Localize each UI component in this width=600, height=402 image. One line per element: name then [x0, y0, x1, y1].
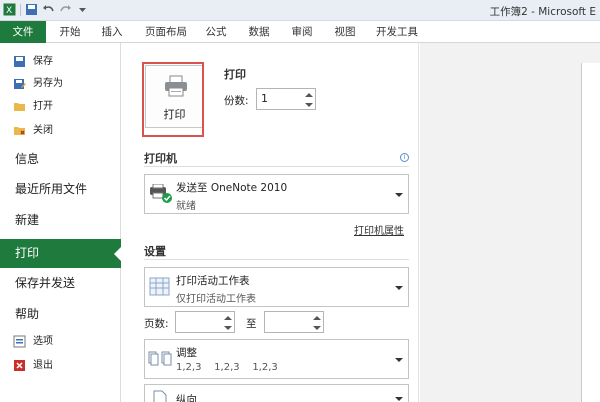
divider — [144, 166, 409, 167]
spinner-arrows-icon[interactable] — [305, 91, 313, 109]
collate-icon — [148, 351, 172, 366]
print-scope-dropdown[interactable]: 打印活动工作表 仅打印活动工作表 — [144, 267, 409, 307]
save-icon — [14, 56, 25, 67]
nav-save-send[interactable]: 保存并发送 — [0, 270, 121, 296]
tab-page-layout[interactable]: 页面布局 — [138, 21, 194, 43]
orientation-title: 纵向 — [176, 394, 197, 402]
quick-access-toolbar: X — [3, 3, 89, 16]
printer-dropdown[interactable]: 发送至 OneNote 2010 就绪 — [144, 174, 409, 214]
nav-exit[interactable]: 退出 — [0, 353, 121, 379]
nav-options[interactable]: 选项 — [0, 329, 121, 355]
preview-page — [581, 63, 600, 402]
print-button-highlight — [142, 62, 204, 137]
tab-developer[interactable]: 开发工具 — [369, 21, 425, 43]
options-icon — [13, 335, 26, 348]
printer-ready-icon — [150, 184, 172, 203]
tab-home[interactable]: 开始 — [52, 21, 88, 43]
tab-view[interactable]: 视图 — [327, 21, 363, 43]
nav-save-label: 保存 — [33, 56, 53, 67]
collate-dropdown[interactable]: 调整 1,2,3 1,2,3 1,2,3 — [144, 339, 409, 379]
chevron-down-icon — [395, 286, 403, 290]
folder-open-icon — [14, 103, 25, 111]
settings-section-title: 设置 — [144, 245, 166, 258]
window-title: 工作簿2 - Microsoft E — [489, 6, 596, 18]
portrait-icon — [153, 390, 167, 402]
pages-to-spinner[interactable] — [264, 311, 324, 333]
copies-label: 份数: — [224, 95, 249, 107]
nav-info[interactable]: 信息 — [0, 146, 121, 172]
nav-close[interactable]: 关闭 — [0, 118, 121, 144]
nav-recent[interactable]: 最近所用文件 — [0, 176, 121, 202]
excel-logo-icon: X — [3, 3, 16, 16]
chevron-down-icon — [395, 397, 403, 401]
tab-data[interactable]: 数据 — [241, 21, 277, 43]
svg-text:X: X — [6, 6, 12, 16]
pages-label: 页数: — [144, 318, 169, 330]
backstage-nav: 保存 另存为 打开 关闭 信息 最近所用文件 新建 打印 保存并发送 帮助 选项… — [0, 43, 122, 402]
title-bar: X 工作簿2 - Microsoft E — [0, 0, 600, 21]
print-scope-desc: 仅打印活动工作表 — [176, 294, 256, 305]
orientation-dropdown[interactable]: 纵向 — [144, 384, 409, 402]
copies-value: 1 — [261, 92, 268, 105]
pages-from-spinner[interactable] — [175, 311, 235, 333]
nav-new[interactable]: 新建 — [0, 207, 121, 233]
tab-review[interactable]: 审阅 — [284, 21, 320, 43]
redo-icon[interactable] — [59, 3, 72, 16]
info-icon[interactable]: i — [400, 153, 409, 162]
folder-close-icon — [14, 127, 25, 135]
printer-section-title: 打印机 — [144, 152, 177, 165]
nav-exit-label: 退出 — [33, 360, 53, 371]
undo-icon[interactable] — [42, 3, 55, 16]
tab-formulas[interactable]: 公式 — [198, 21, 234, 43]
customize-icon[interactable] — [76, 3, 89, 16]
nav-close-label: 关闭 — [33, 125, 53, 136]
copies-spinner[interactable]: 1 — [256, 88, 316, 110]
nav-open-label: 打开 — [33, 101, 53, 112]
nav-print[interactable]: 打印 — [0, 239, 122, 268]
worksheet-icon — [149, 277, 170, 296]
collate-desc: 1,2,3 1,2,3 1,2,3 — [176, 362, 278, 373]
collate-title: 调整 — [176, 347, 197, 359]
tab-insert[interactable]: 插入 — [94, 21, 130, 43]
nav-help[interactable]: 帮助 — [0, 301, 121, 327]
exit-icon — [14, 360, 25, 371]
printer-name: 发送至 OneNote 2010 — [176, 182, 288, 194]
tab-file[interactable]: 文件 — [0, 21, 46, 43]
pages-to-label: 至 — [246, 318, 257, 330]
spinner-arrows-icon[interactable] — [224, 314, 232, 332]
print-preview — [420, 43, 600, 402]
divider — [144, 259, 409, 260]
printer-status: 就绪 — [176, 201, 196, 212]
save-icon[interactable] — [25, 3, 38, 16]
printer-properties-link[interactable]: 打印机属性 — [354, 222, 404, 237]
nav-save-as-label: 另存为 — [33, 78, 63, 89]
spinner-arrows-icon[interactable] — [313, 314, 321, 332]
chevron-down-icon — [395, 358, 403, 362]
ribbon-tabs: 文件 开始 插入 页面布局 公式 数据 审阅 视图 开发工具 — [0, 21, 600, 43]
print-section-title: 打印 — [224, 68, 246, 81]
toolbar-separator — [20, 3, 21, 16]
nav-options-label: 选项 — [33, 336, 53, 347]
chevron-down-icon — [395, 193, 403, 197]
nav-open[interactable]: 打开 — [0, 94, 121, 120]
print-scope-title: 打印活动工作表 — [176, 275, 250, 287]
save-as-icon — [14, 79, 26, 89]
